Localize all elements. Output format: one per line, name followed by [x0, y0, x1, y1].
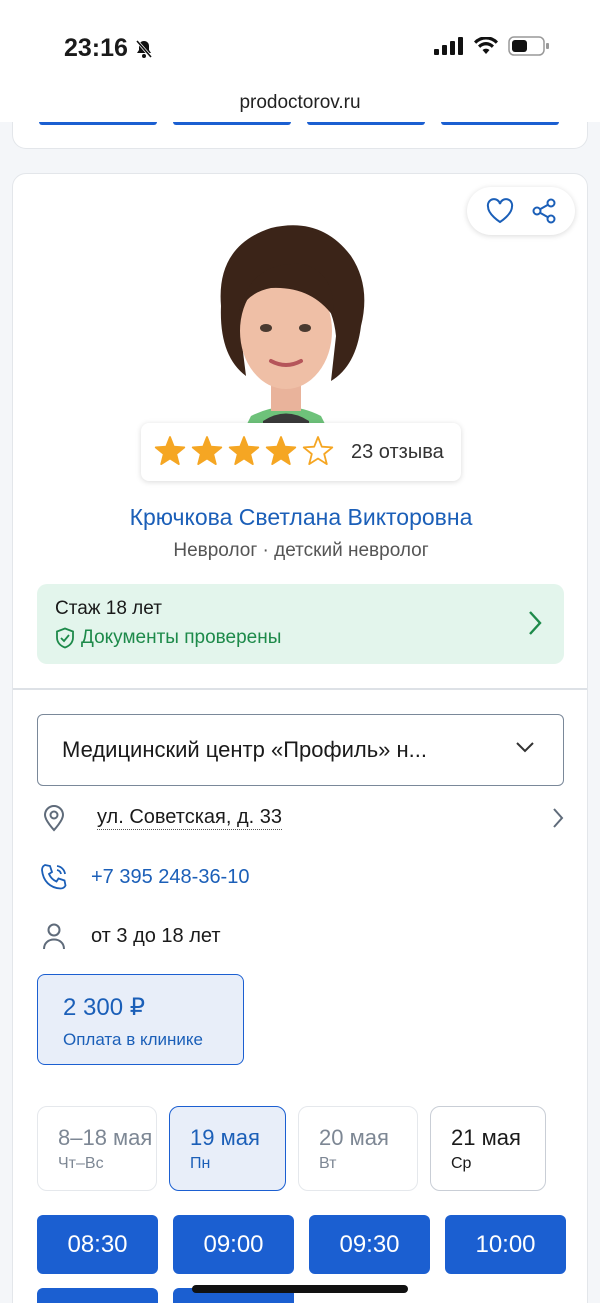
price-amount: 2 300 ₽	[63, 994, 145, 1021]
doctor-name: Крючкова Светлана Викторовна	[129, 504, 473, 530]
time-slot-button[interactable]: 09:00	[173, 1215, 294, 1274]
divider	[13, 688, 587, 690]
documents-verified: Документы проверены	[55, 627, 281, 649]
address-text[interactable]: ул. Советская, д. 33	[97, 806, 282, 830]
star-filled-icon	[191, 436, 223, 466]
phone-row[interactable]: +7 395 248-36-10	[37, 862, 564, 892]
weekday-label: Вт	[319, 1155, 337, 1172]
documents-verified-text: Документы проверены	[81, 627, 282, 648]
phone-icon	[41, 864, 67, 890]
phone-number[interactable]: +7 395 248-36-10	[91, 866, 249, 889]
chevron-right-icon	[529, 611, 542, 635]
doctor-photo	[220, 225, 365, 426]
clinic-select-value: Медицинский центр «Профиль» н...	[62, 737, 428, 762]
address-row[interactable]: ул. Советская, д. 33	[37, 804, 564, 832]
date-label: 8–18 мая	[58, 1125, 153, 1150]
star-filled-icon	[265, 436, 297, 466]
url-bar[interactable]: prodoctorov.ru	[0, 92, 600, 114]
experience-panel[interactable]: Стаж 18 лет Документы проверены	[37, 584, 564, 664]
date-option[interactable]: 21 мая Ср	[430, 1106, 546, 1191]
time-slot-button[interactable]: 09:30	[309, 1215, 430, 1274]
age-range: от 3 до 18 лет	[91, 924, 221, 947]
browser-header: 23:16 prodoctorov.ru	[0, 0, 600, 122]
time-slot-button[interactable]: 10:00	[445, 1215, 566, 1274]
doctor-specialty: Невролог · детский невролог	[173, 540, 429, 561]
status-time-text: 23:16	[64, 34, 128, 62]
price-option[interactable]: 2 300 ₽ Оплата в клинике	[37, 974, 244, 1065]
home-indicator[interactable]	[192, 1285, 408, 1293]
previous-card-buttons	[39, 122, 559, 125]
date-label: 20 мая	[319, 1125, 389, 1150]
slot-button-edge[interactable]	[307, 122, 425, 125]
date-label: 21 мая	[451, 1125, 521, 1150]
card-actions	[467, 187, 575, 235]
star-empty-icon	[302, 436, 334, 466]
rating-badge[interactable]: 23 отзыва	[141, 423, 461, 481]
weekday-label: Ср	[451, 1155, 472, 1172]
payment-method: Оплата в клинике	[63, 1030, 203, 1049]
previous-card	[12, 122, 588, 149]
date-label: 19 мая	[190, 1125, 260, 1150]
heart-icon[interactable]	[486, 198, 514, 224]
star-rating	[154, 436, 334, 466]
clinic-select[interactable]: Медицинский центр «Профиль» н...	[37, 714, 564, 786]
battery-icon	[508, 36, 549, 56]
wifi-icon	[474, 37, 498, 54]
status-time: 23:16	[64, 34, 154, 63]
slot-button-edge[interactable]	[173, 122, 291, 125]
shield-check-icon	[56, 627, 74, 649]
chevron-down-icon	[516, 742, 534, 753]
weekday-label: Пн	[190, 1155, 211, 1172]
date-option[interactable]: 20 мая Вт	[298, 1106, 418, 1191]
time-slot-button[interactable]: 08:30	[37, 1215, 158, 1274]
signal-icon	[434, 37, 463, 55]
share-icon[interactable]	[531, 198, 557, 224]
chevron-right-icon	[553, 808, 564, 828]
star-filled-icon	[154, 436, 186, 466]
status-icons	[434, 36, 550, 56]
person-icon	[43, 923, 65, 950]
age-row: от 3 до 18 лет	[37, 922, 564, 950]
star-filled-icon	[228, 436, 260, 466]
date-option-selected[interactable]: 19 мая Пн	[169, 1106, 286, 1191]
date-option[interactable]: 8–18 мая Чт–Вс	[37, 1106, 157, 1191]
weekday-label: Чт–Вс	[58, 1155, 104, 1172]
date-selector: 8–18 мая Чт–Вс 19 мая Пн 20 мая Вт 21 ма…	[37, 1106, 546, 1191]
map-pin-icon	[43, 805, 65, 832]
slot-button-edge[interactable]	[39, 122, 157, 125]
reviews-count[interactable]: 23 отзыва	[351, 441, 444, 464]
doctor-card: 23 отзыва Крючкова Светлана Викторовна Н…	[12, 173, 588, 1303]
time-slot-button[interactable]	[37, 1288, 158, 1303]
experience-text: Стаж 18 лет	[55, 598, 162, 619]
slot-button-edge[interactable]	[441, 122, 559, 125]
bell-muted-icon	[135, 39, 153, 58]
